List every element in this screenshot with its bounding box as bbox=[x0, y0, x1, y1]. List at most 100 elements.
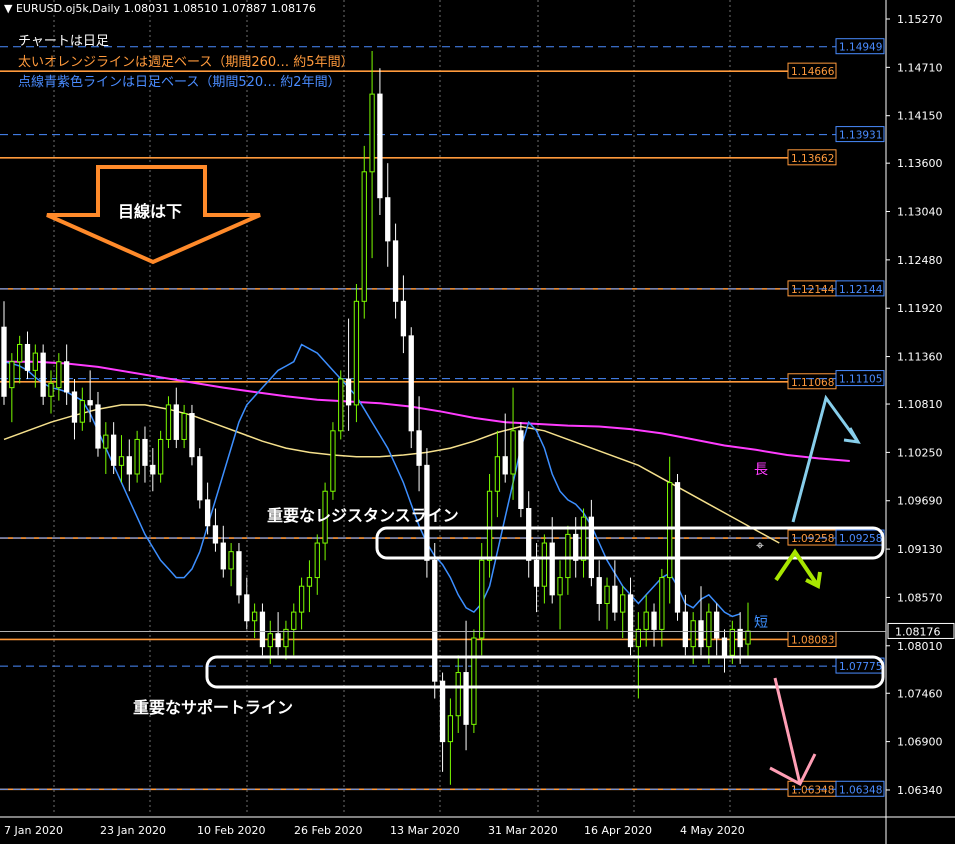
candle-body bbox=[682, 611, 689, 648]
candle-body bbox=[353, 300, 360, 406]
candle-body bbox=[220, 542, 226, 570]
candle-body bbox=[416, 430, 422, 466]
x-tick-label: 7 Jan 2020 bbox=[4, 824, 63, 837]
up-arrow-head-icon bbox=[843, 427, 861, 444]
candle-body bbox=[291, 611, 297, 630]
candle-body bbox=[236, 551, 242, 596]
y-tick-label: 1.14150 bbox=[897, 110, 943, 123]
collapse-triangle-icon[interactable]: ▼ bbox=[4, 2, 12, 15]
x-tick-label: 26 Feb 2020 bbox=[294, 824, 362, 837]
resistance-label: 重要なレジスタンスライン bbox=[267, 506, 459, 525]
candle-body bbox=[698, 620, 704, 648]
candle-body bbox=[48, 382, 54, 397]
candle-body bbox=[275, 633, 281, 648]
y-tick-label: 1.06340 bbox=[897, 784, 943, 797]
candle-body bbox=[228, 551, 234, 570]
candle-body bbox=[197, 456, 203, 501]
candle-body bbox=[338, 378, 344, 432]
candle-body bbox=[17, 343, 23, 363]
candle-body bbox=[267, 633, 273, 648]
y-tick-label: 1.13040 bbox=[897, 206, 943, 219]
candle-body bbox=[361, 171, 367, 302]
candle-body bbox=[486, 490, 493, 561]
candle-body bbox=[212, 525, 219, 544]
blue-level-label: 1.13931 bbox=[839, 130, 882, 142]
candle-body bbox=[126, 456, 132, 475]
candle-body bbox=[56, 361, 62, 389]
x-tick-label: 4 May 2020 bbox=[680, 824, 745, 837]
candle-body bbox=[134, 438, 140, 475]
y-tick-label: 1.10250 bbox=[897, 446, 943, 459]
candle-body bbox=[447, 715, 454, 743]
candle-body bbox=[298, 585, 305, 613]
candle-body bbox=[463, 672, 469, 725]
candle-body bbox=[604, 585, 610, 604]
candle-body bbox=[706, 611, 712, 648]
chart-header: ▼ EURUSD.oj5k,Daily 1.08031 1.08510 1.07… bbox=[4, 2, 316, 15]
candle-body bbox=[377, 93, 383, 199]
candle-body bbox=[580, 516, 587, 561]
candle-body bbox=[71, 391, 78, 423]
candle-body bbox=[181, 413, 187, 440]
candles bbox=[1, 50, 751, 785]
candle-body bbox=[408, 335, 414, 432]
candle-body bbox=[385, 197, 391, 242]
candle-body bbox=[635, 628, 642, 648]
candle-body bbox=[565, 533, 571, 579]
long-ma-label: 長 bbox=[754, 462, 768, 478]
support-label: 重要なサポートライン bbox=[133, 698, 294, 717]
candle-body bbox=[150, 464, 156, 475]
candle-body bbox=[479, 559, 485, 639]
note-orange-lines: 太いオレンジラインは週足ベース（期間260… 約5年間） bbox=[18, 55, 354, 70]
candle-body bbox=[259, 611, 266, 648]
candle-body bbox=[439, 680, 446, 743]
orange-level-label: 1.06348 bbox=[791, 784, 834, 796]
y-tick-label: 1.13600 bbox=[897, 157, 943, 170]
candle-body bbox=[24, 343, 31, 371]
candle-body bbox=[204, 499, 211, 527]
note-blue-lines: 点線青紫色ラインは日足ベース（期間520… 約2年間） bbox=[18, 75, 341, 90]
blue-level-label: 1.07775 bbox=[839, 661, 882, 673]
candle-body bbox=[714, 611, 720, 639]
candle-body bbox=[306, 577, 313, 587]
long-ma-line bbox=[4, 360, 850, 462]
candle-body bbox=[118, 456, 125, 466]
candle-body bbox=[729, 628, 735, 656]
candle-body bbox=[745, 630, 751, 645]
candle-body bbox=[40, 352, 46, 397]
down-scenario-arrow-icon bbox=[773, 677, 802, 785]
candle-body bbox=[189, 413, 195, 458]
candle-body bbox=[721, 637, 728, 656]
candle-body bbox=[526, 508, 532, 561]
candle-body bbox=[103, 434, 109, 449]
x-tick-label: 13 Mar 2020 bbox=[390, 824, 460, 837]
candle-body bbox=[651, 611, 657, 630]
candle-body bbox=[533, 559, 540, 587]
orange-level-label: 1.12144 bbox=[791, 284, 835, 296]
candle-body bbox=[541, 542, 548, 587]
candle-body bbox=[596, 577, 602, 604]
y-tick-label: 1.07460 bbox=[897, 687, 943, 700]
candle-body bbox=[588, 516, 595, 579]
y-tick-label: 1.15270 bbox=[897, 13, 943, 26]
candle-body bbox=[674, 482, 681, 613]
candle-body bbox=[455, 672, 461, 717]
candle-body bbox=[369, 93, 375, 173]
x-tick-label: 23 Jan 2020 bbox=[100, 824, 166, 837]
current-price-label: 1.08176 bbox=[895, 625, 941, 638]
candle-body bbox=[283, 628, 289, 648]
candle-body bbox=[165, 404, 172, 440]
candle-body bbox=[510, 430, 516, 475]
candle-body bbox=[79, 400, 85, 423]
candle-body bbox=[251, 611, 258, 622]
y-tick-label: 1.12480 bbox=[897, 254, 943, 267]
candle-body bbox=[1, 326, 7, 397]
y-tick-label: 1.14710 bbox=[897, 61, 943, 74]
candle-body bbox=[471, 637, 477, 725]
orange-level-label: 1.09258 bbox=[791, 533, 834, 545]
candle-body bbox=[557, 577, 563, 596]
candle-body bbox=[627, 594, 634, 648]
blue-level-label: 1.06348 bbox=[839, 784, 882, 796]
candle-body bbox=[173, 404, 179, 440]
crosshair-icon: ⌖ bbox=[756, 538, 764, 554]
